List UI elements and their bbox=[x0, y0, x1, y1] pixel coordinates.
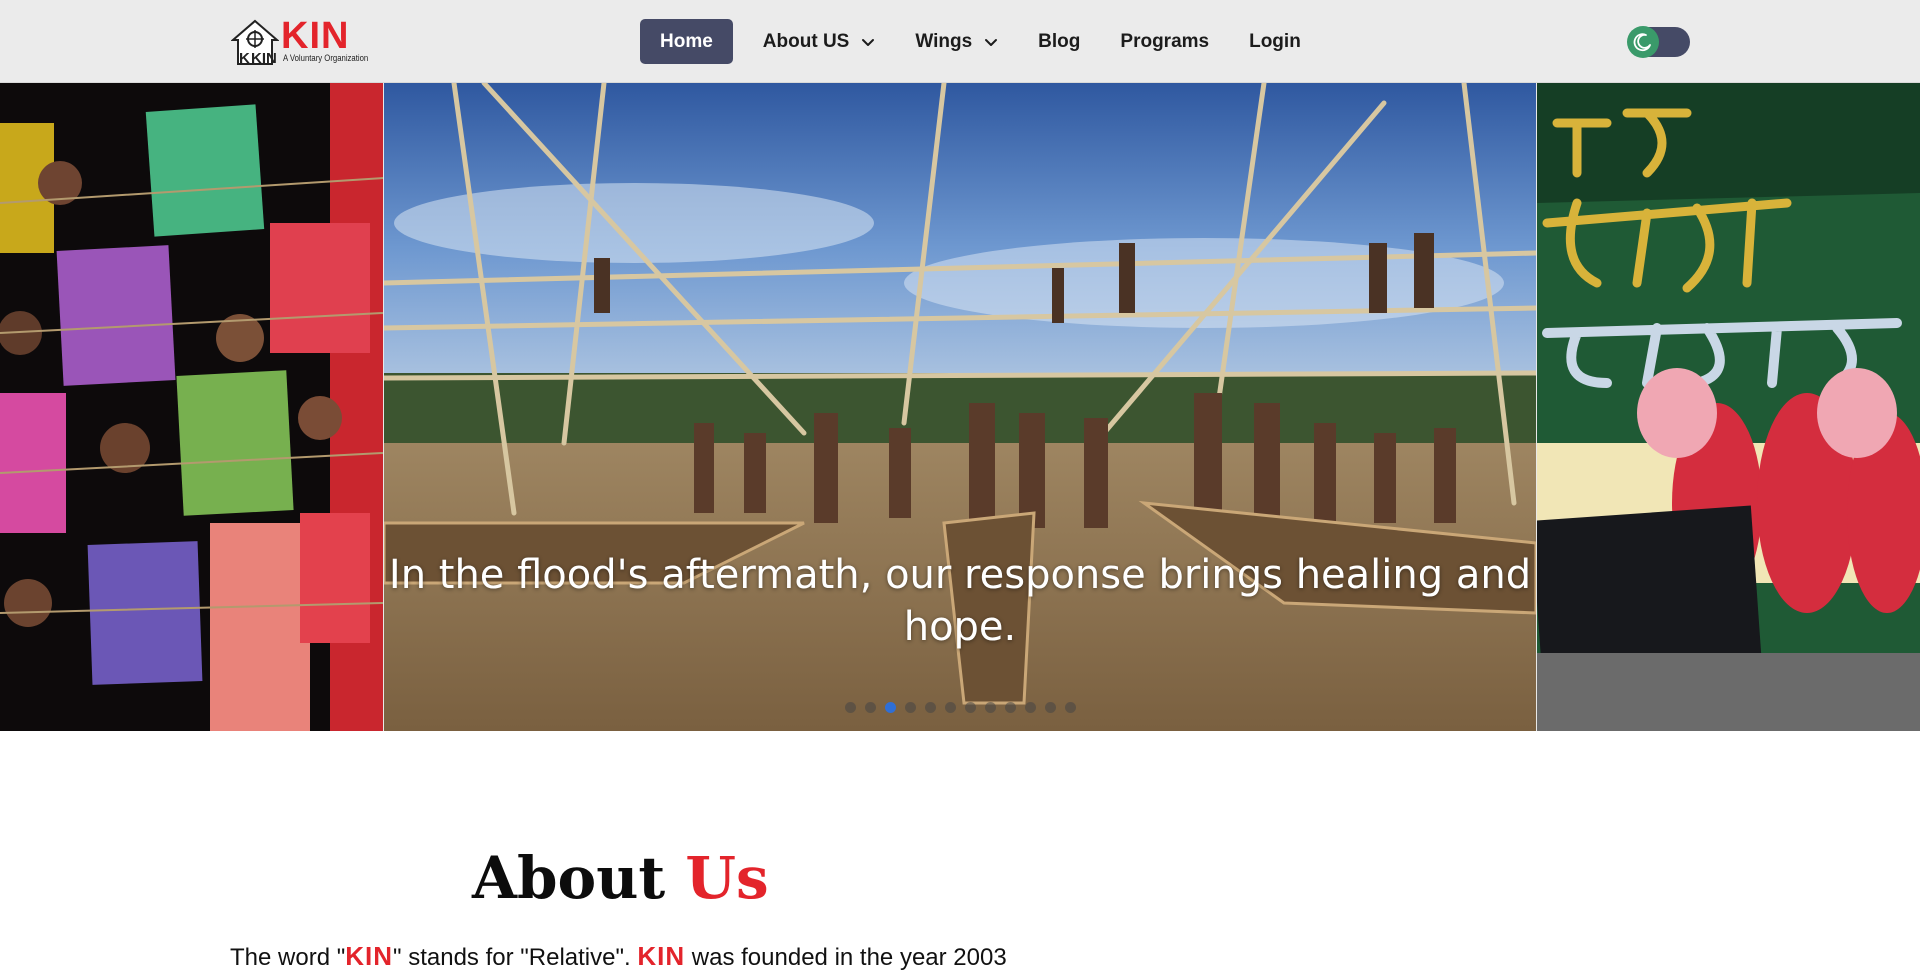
nav-wings[interactable]: Wings bbox=[895, 19, 1018, 64]
nav-about-us-label: About US bbox=[762, 30, 850, 52]
svg-text:KIN: KIN bbox=[251, 50, 277, 66]
nav-login[interactable]: Login bbox=[1229, 19, 1321, 64]
nav-about-us[interactable]: About US bbox=[743, 19, 896, 64]
nav-programs[interactable]: Programs bbox=[1100, 19, 1229, 64]
about-intro-text: The word "KIN" stands for "Relative". KI… bbox=[230, 941, 1007, 972]
about-text-prefix: The word " bbox=[230, 944, 346, 971]
carousel-dot-4[interactable] bbox=[905, 702, 916, 713]
nav-blog-label: Blog bbox=[1038, 30, 1081, 52]
chevron-down-icon bbox=[862, 38, 875, 46]
main-nav: Home About US Wings Blog Programs Login bbox=[640, 19, 1321, 64]
carousel-slide-next[interactable] bbox=[1537, 83, 1920, 731]
about-text-mid: " stands for "Relative". bbox=[393, 944, 638, 971]
navbar: K KIN KIN A Voluntary Organization Home … bbox=[0, 0, 1920, 83]
carousel-dot-8[interactable] bbox=[985, 702, 996, 713]
about-heading-accent: Us bbox=[685, 844, 769, 912]
kin-highlight: KIN bbox=[345, 941, 394, 971]
logo-wordmark: KIN bbox=[281, 15, 350, 57]
moon-icon bbox=[1633, 33, 1651, 52]
theme-toggle[interactable] bbox=[1627, 26, 1690, 58]
nav-login-label: Login bbox=[1249, 30, 1301, 52]
hero-carousel: In the flood's aftermath, our response b… bbox=[0, 83, 1920, 731]
nav-wings-label: Wings bbox=[915, 30, 973, 52]
nav-blog[interactable]: Blog bbox=[1018, 19, 1100, 64]
slide-prev-image bbox=[0, 83, 383, 731]
carousel-dot-9[interactable] bbox=[1005, 702, 1016, 713]
carousel-dot-12[interactable] bbox=[1065, 702, 1076, 713]
carousel-dot-1[interactable] bbox=[845, 702, 856, 713]
carousel-dot-2[interactable] bbox=[865, 702, 876, 713]
carousel-dot-5[interactable] bbox=[925, 702, 936, 713]
about-text-suffix: was founded in the year 2003 bbox=[685, 944, 1007, 971]
nav-home[interactable]: Home bbox=[640, 19, 733, 64]
kin-highlight: KIN bbox=[637, 941, 686, 971]
nav-programs-label: Programs bbox=[1120, 30, 1210, 52]
carousel-dot-6[interactable] bbox=[945, 702, 956, 713]
logo-tagline: A Voluntary Organization bbox=[283, 53, 369, 63]
carousel-dots bbox=[845, 702, 1076, 713]
chevron-down-icon bbox=[985, 38, 998, 46]
slide-caption: In the flood's aftermath, our response b… bbox=[388, 552, 1532, 650]
about-heading: About Us bbox=[472, 838, 769, 918]
carousel-slide-prev[interactable] bbox=[0, 83, 383, 731]
carousel-dot-7[interactable] bbox=[965, 702, 976, 713]
nav-home-label: Home bbox=[660, 30, 713, 52]
house-logo-icon: K KIN bbox=[231, 19, 279, 66]
carousel-dot-3[interactable] bbox=[885, 702, 896, 713]
about-heading-word: About bbox=[472, 844, 666, 912]
carousel-dot-11[interactable] bbox=[1045, 702, 1056, 713]
svg-text:K: K bbox=[239, 50, 250, 66]
carousel-dot-10[interactable] bbox=[1025, 702, 1036, 713]
theme-toggle-knob bbox=[1627, 26, 1659, 58]
site-logo[interactable]: K KIN KIN A Voluntary Organization bbox=[231, 15, 373, 66]
slide-next-image bbox=[1537, 83, 1920, 731]
